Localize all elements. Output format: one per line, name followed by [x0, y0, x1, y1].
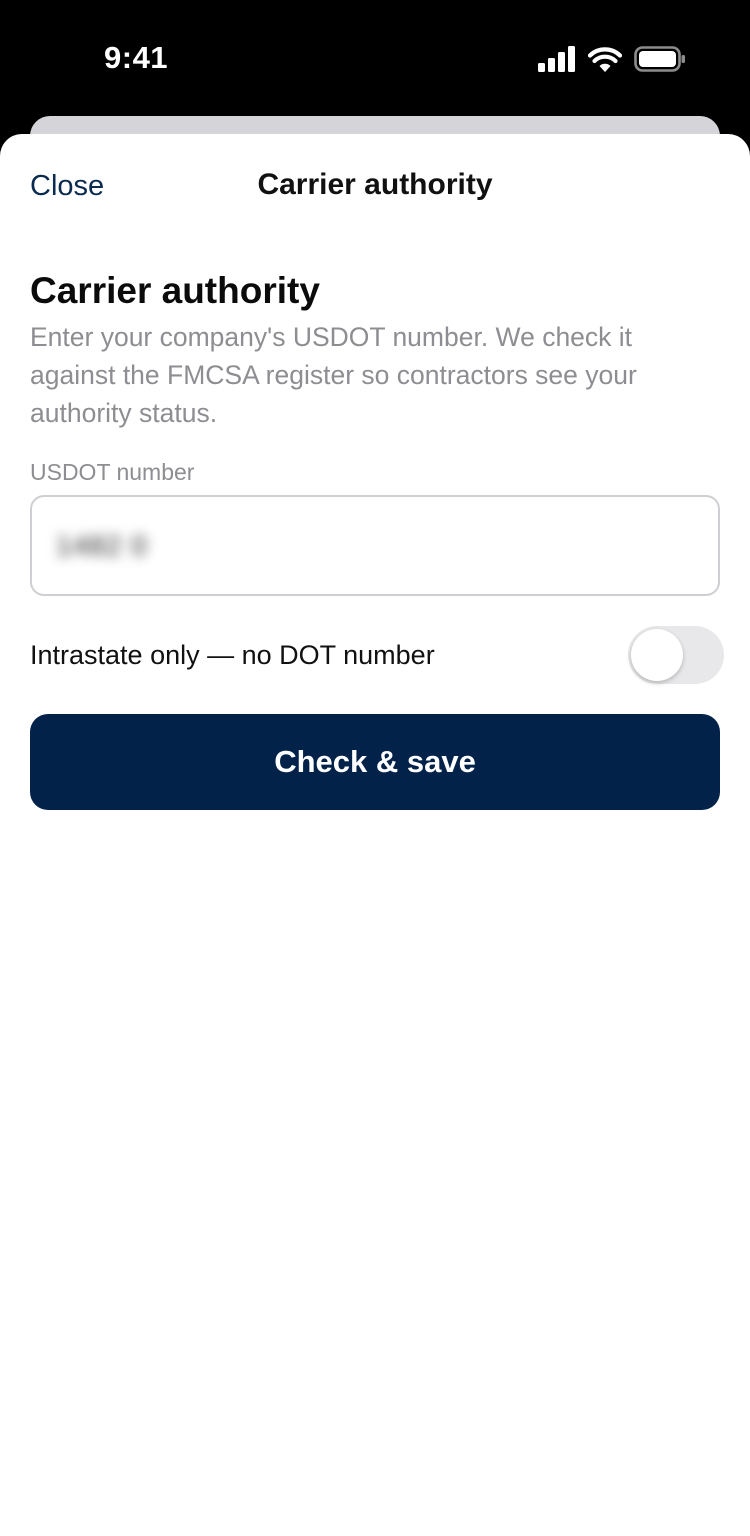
usdot-field-label: USDOT number: [30, 459, 195, 485]
status-time: 9:41: [104, 40, 169, 75]
intrastate-toggle[interactable]: [628, 626, 724, 684]
page-description: Enter your company's USDOT number. We ch…: [30, 322, 637, 428]
page-heading: Carrier authority: [30, 270, 320, 311]
cellular-signal-icon: [538, 46, 576, 77]
intrastate-toggle-label: Intrastate only — no DOT number: [30, 640, 435, 670]
nav-title: Carrier authority: [257, 168, 493, 201]
status-icons: [538, 46, 686, 77]
carrier-authority-sheet: Close Carrier authority Carrier authorit…: [0, 134, 750, 1536]
status-bar: 9:41: [0, 0, 750, 116]
usdot-number-value: 1482 0: [56, 530, 148, 561]
toggle-knob: [631, 629, 683, 681]
wifi-icon: [587, 46, 623, 77]
battery-icon: [634, 46, 686, 77]
check-and-save-button[interactable]: Check & save: [30, 714, 720, 810]
usdot-number-input[interactable]: 1482 0: [30, 495, 720, 596]
close-button[interactable]: Close: [30, 170, 104, 203]
